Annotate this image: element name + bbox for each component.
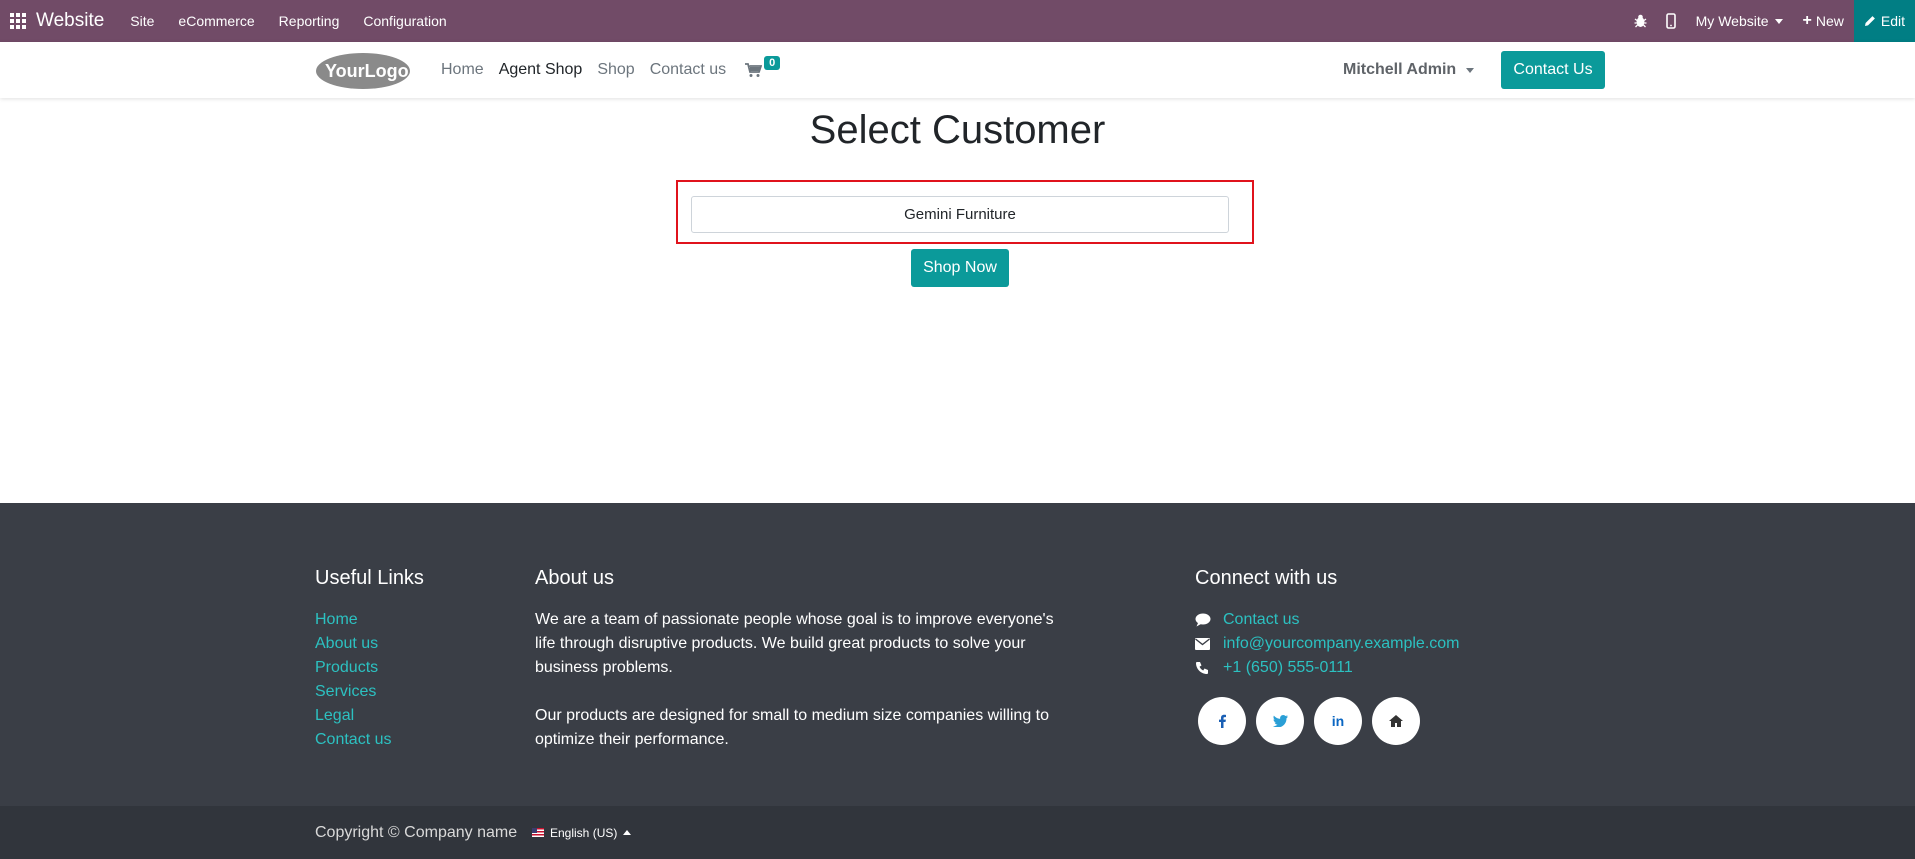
twitter-icon[interactable] (1256, 697, 1304, 745)
footer-link-products[interactable]: Products (315, 656, 424, 680)
about-us-title: About us (535, 567, 614, 589)
menu-ecommerce[interactable]: eCommerce (166, 13, 266, 29)
useful-links-column: Useful Links Home About us Products Serv… (315, 567, 424, 752)
footer-link-contact-us[interactable]: Contact us (315, 728, 424, 752)
mobile-preview-icon[interactable] (1656, 0, 1686, 42)
home-icon[interactable] (1372, 697, 1420, 745)
pencil-icon (1864, 16, 1875, 26)
menu-reporting[interactable]: Reporting (267, 13, 352, 29)
shopping-cart-icon (745, 62, 763, 77)
footer-link-home[interactable]: Home (315, 608, 424, 632)
page-title: Select Customer (809, 108, 1106, 152)
nav-shop[interactable]: Shop (597, 61, 634, 79)
cart-count-badge: 0 (764, 56, 781, 70)
chevron-up-icon (623, 830, 632, 835)
about-us-paragraph-1: We are a team of passionate people whose… (535, 611, 1054, 676)
about-us-column: About us We are a team of passionate peo… (535, 567, 1055, 752)
website-selector[interactable]: My Website (1686, 13, 1793, 29)
nav-contact-us[interactable]: Contact us (650, 61, 726, 79)
main-nav: Home Agent Shop Shop Contact us 0 (441, 42, 781, 98)
connect-phone-row[interactable]: +1 (650) 555-0111 (1195, 656, 1460, 680)
website-header: YourLogo Home Agent Shop Shop Contact us… (0, 42, 1915, 98)
phone-icon (1195, 661, 1223, 675)
connect-contact-row[interactable]: Contact us (1195, 608, 1460, 632)
footer: Useful Links Home About us Products Serv… (0, 503, 1915, 806)
envelope-icon (1195, 638, 1223, 650)
connect-contact-link[interactable]: Contact us (1223, 608, 1299, 632)
app-name[interactable]: Website (36, 10, 104, 32)
language-label: English (US) (550, 825, 618, 840)
new-button[interactable]: + New (1793, 12, 1854, 30)
chevron-down-icon (1466, 67, 1475, 73)
language-selector[interactable]: English (US) (532, 806, 632, 859)
connect-title: Connect with us (1195, 567, 1338, 589)
chevron-down-icon (1774, 18, 1783, 24)
nav-agent-shop[interactable]: Agent Shop (499, 61, 583, 79)
comment-icon (1195, 613, 1223, 627)
customer-select-input[interactable] (691, 196, 1229, 233)
shop-now-button[interactable]: Shop Now (911, 249, 1009, 287)
plus-icon: + (1802, 12, 1812, 29)
connect-email-row[interactable]: info@yourcompany.example.com (1195, 632, 1460, 656)
menu-site[interactable]: Site (118, 13, 166, 29)
facebook-icon[interactable] (1198, 697, 1246, 745)
connect-phone-link[interactable]: +1 (650) 555-0111 (1223, 656, 1353, 680)
odoo-navbar: Website Site eCommerce Reporting Configu… (0, 0, 1915, 42)
menu-configuration[interactable]: Configuration (351, 13, 458, 29)
apps-menu-icon[interactable] (0, 0, 36, 42)
user-menu[interactable]: Mitchell Admin (1343, 42, 1475, 98)
edit-button[interactable]: Edit (1853, 0, 1915, 42)
social-links: in (1198, 697, 1420, 745)
footer-link-legal[interactable]: Legal (315, 704, 424, 728)
user-name: Mitchell Admin (1343, 61, 1457, 78)
cart-link[interactable]: 0 (745, 55, 781, 85)
us-flag-icon (532, 828, 544, 837)
debug-bug-icon[interactable] (1626, 0, 1656, 42)
connect-column: Connect with us Contact us info@yourcomp… (1195, 567, 1460, 680)
useful-links-title: Useful Links (315, 567, 424, 589)
connect-email-link[interactable]: info@yourcompany.example.com (1223, 632, 1460, 656)
copyright-text: Copyright © Company name (315, 823, 518, 841)
logo-text: YourLogo (325, 61, 409, 81)
edit-button-label: Edit (1880, 13, 1905, 29)
footer-link-services[interactable]: Services (315, 680, 424, 704)
new-button-label: New (1815, 13, 1844, 29)
linkedin-icon[interactable]: in (1314, 697, 1362, 745)
website-selector-label: My Website (1695, 13, 1769, 29)
header-contact-us-button[interactable]: Contact Us (1501, 51, 1605, 89)
site-logo[interactable]: YourLogo (315, 52, 411, 90)
footer-link-about-us[interactable]: About us (315, 632, 424, 656)
copyright-bar: Copyright © Company name English (US) (0, 806, 1915, 859)
about-us-paragraph-2: Our products are designed for small to m… (535, 707, 1050, 748)
nav-home[interactable]: Home (441, 61, 484, 79)
